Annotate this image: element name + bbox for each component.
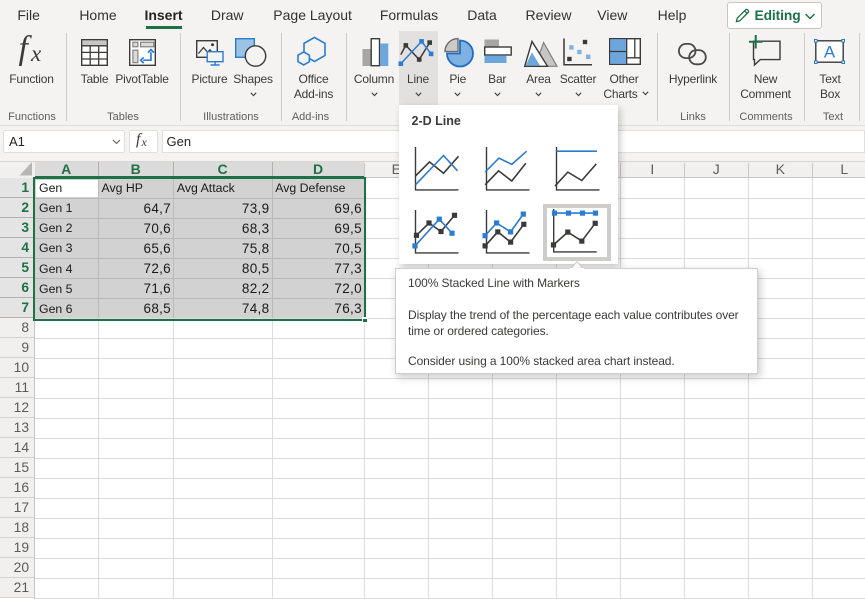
svg-text:A: A (824, 43, 836, 62)
